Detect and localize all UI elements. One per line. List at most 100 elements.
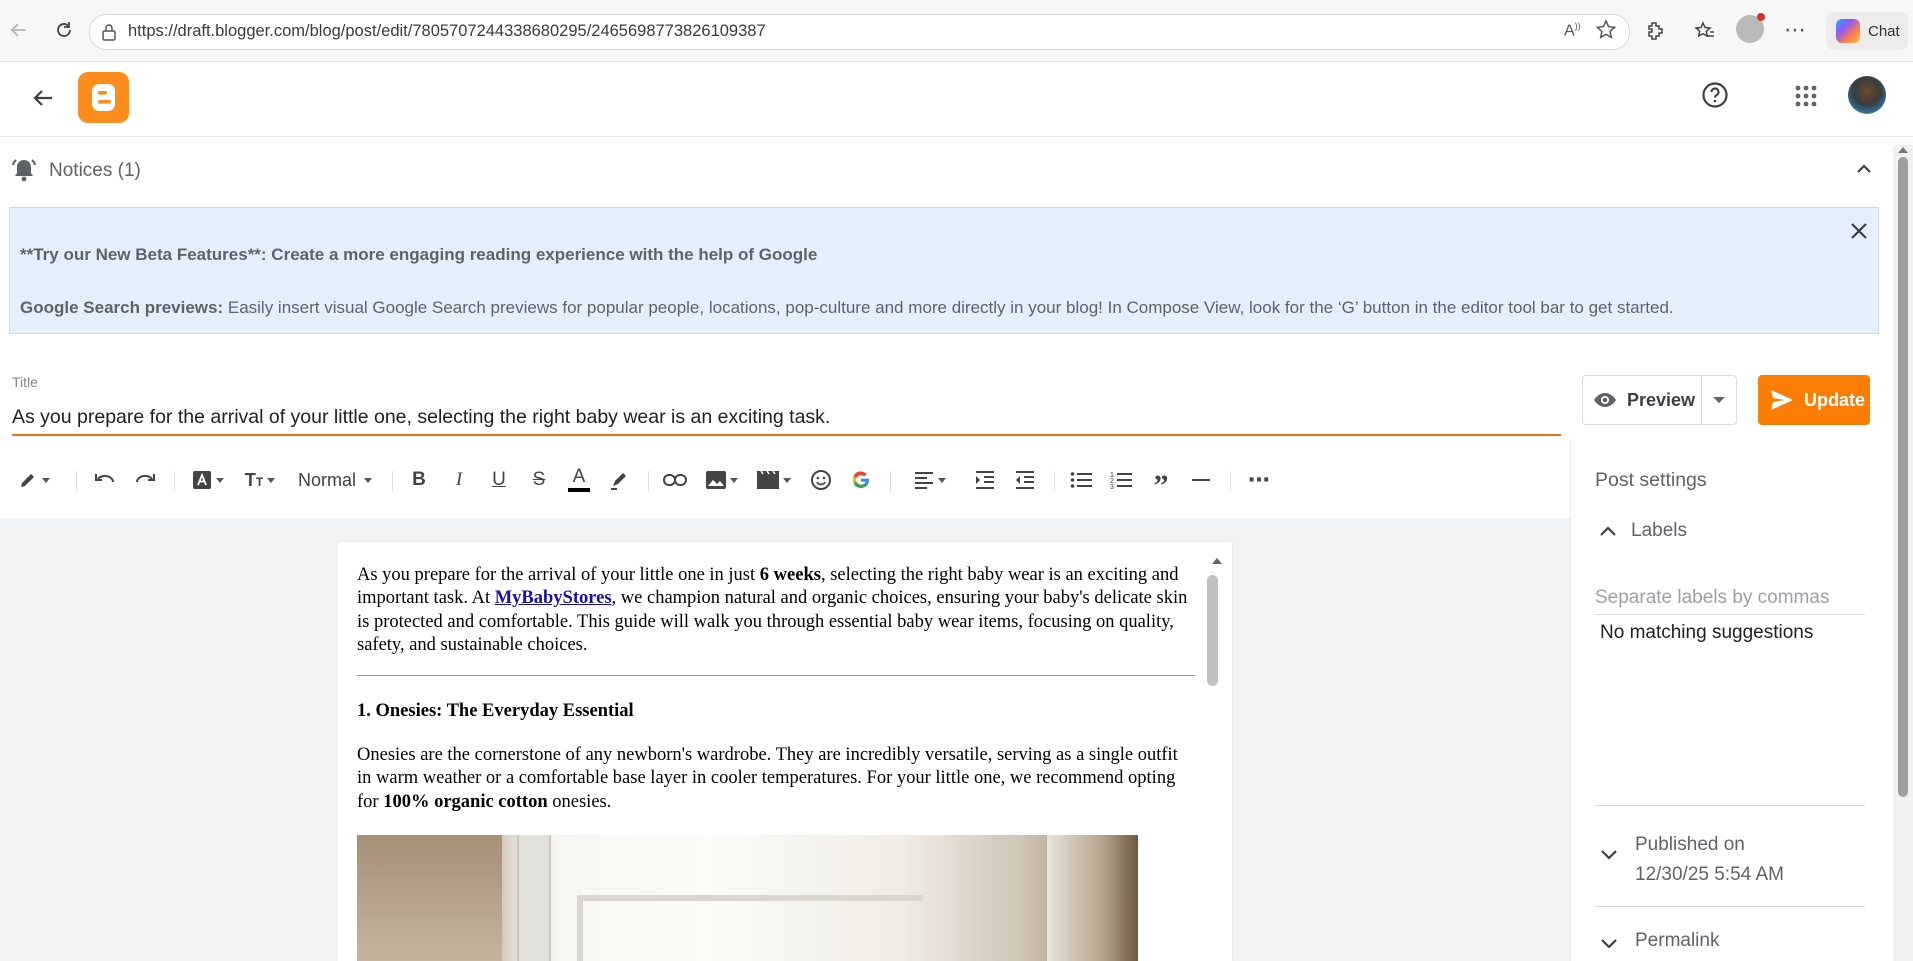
close-icon[interactable]: [1848, 220, 1870, 247]
onesies-text-b: onesies.: [547, 791, 612, 812]
toolbar-divider: [76, 471, 77, 491]
published-date: 12/30/25 5:54 AM: [1635, 864, 1784, 885]
more-tools-icon[interactable]: ⋯: [1244, 455, 1274, 505]
indent-decrease-icon[interactable]: [1010, 455, 1040, 505]
svg-text:3: 3: [1110, 484, 1114, 490]
pencil-icon: [21, 474, 34, 487]
notice-body-text: Easily insert visual Google Search previ…: [223, 298, 1674, 317]
strikethrough-icon[interactable]: S: [524, 455, 554, 505]
google-search-preview-icon[interactable]: [846, 455, 876, 505]
post-body-content[interactable]: As you prepare for the arrival of your l…: [357, 564, 1195, 961]
notices-title[interactable]: Notices (1): [49, 160, 141, 182]
text-color-icon[interactable]: A: [564, 455, 594, 505]
chevron-down-icon[interactable]: [1600, 848, 1618, 866]
toolbar-divider: [392, 471, 393, 491]
align-button[interactable]: [908, 455, 952, 505]
copilot-chat-button[interactable]: Chat: [1826, 12, 1908, 50]
permalink-section-toggle[interactable]: Permalink: [1635, 930, 1719, 952]
emoji-icon[interactable]: [806, 455, 836, 505]
send-icon: [1771, 390, 1793, 410]
favorites-icon[interactable]: [1688, 14, 1722, 48]
chat-label: Chat: [1868, 22, 1900, 40]
preview-button[interactable]: Preview: [1583, 376, 1702, 424]
post-body-editor[interactable]: As you prepare for the arrival of your l…: [338, 542, 1232, 961]
indent-increase-icon[interactable]: [970, 455, 1000, 505]
published-section-toggle[interactable]: Published on 12/30/25 5:54 AM: [1635, 830, 1784, 890]
numbered-list-icon[interactable]: 123: [1106, 455, 1136, 505]
highlight-icon[interactable]: [604, 455, 634, 505]
bell-icon: [10, 156, 38, 189]
more-options-icon[interactable]: ⋯: [1778, 13, 1812, 47]
editor-scrollbar-thumb[interactable]: [1207, 575, 1218, 686]
mybabystores-link[interactable]: MyBabyStores: [495, 588, 612, 608]
paragraph-style-dropdown[interactable]: Normal: [292, 455, 378, 505]
intro-text-a: As you prepare for the arrival of your l…: [357, 565, 760, 585]
paragraph-style-value: Normal: [297, 469, 356, 490]
favorite-star-icon[interactable]: [1594, 18, 1618, 47]
page-scrollbar[interactable]: [1893, 145, 1913, 961]
apps-grid-icon[interactable]: [1794, 84, 1818, 113]
preview-button-group: Preview: [1582, 375, 1737, 425]
image-wall-section: [357, 835, 502, 961]
post-image[interactable]: [357, 835, 1138, 961]
image-window-frame: [517, 835, 551, 961]
font-family-button[interactable]: [188, 455, 228, 505]
horizontal-rule-icon[interactable]: [1186, 455, 1216, 505]
app-header: [0, 62, 1913, 137]
underline-icon[interactable]: U: [484, 455, 514, 505]
extensions-icon[interactable]: [1638, 14, 1672, 48]
bold-icon[interactable]: B: [404, 455, 434, 505]
section-heading: 1. Onesies: The Everyday Essential: [357, 700, 634, 721]
insert-video-button[interactable]: [754, 455, 794, 505]
labels-section-toggle[interactable]: Labels: [1599, 520, 1687, 542]
intro-paragraph: As you prepare for the arrival of your l…: [357, 564, 1195, 658]
page-scrollbar-thumb[interactable]: [1898, 157, 1908, 797]
title-label: Title: [12, 374, 38, 390]
post-title-input[interactable]: [12, 400, 1561, 436]
permalink-divider: [1595, 906, 1865, 907]
labels-input[interactable]: [1595, 582, 1865, 615]
url-text[interactable]: https://draft.blogger.com/blog/post/edit…: [128, 22, 766, 41]
published-divider: [1595, 805, 1865, 806]
back-arrow-icon[interactable]: [28, 83, 58, 118]
toolbar-divider: [890, 471, 891, 491]
blogger-logo[interactable]: [78, 72, 129, 123]
collapse-chevron-icon[interactable]: [1853, 158, 1875, 185]
address-bar[interactable]: https://draft.blogger.com/blog/post/edit…: [89, 14, 1630, 50]
link-icon[interactable]: [660, 455, 690, 505]
beta-notice-banner: **Try our New Beta Features**: Create a …: [9, 207, 1879, 334]
italic-icon[interactable]: I: [444, 455, 474, 505]
site-info-icon[interactable]: [101, 23, 117, 46]
onesies-bold: 100% organic cotton: [383, 791, 548, 812]
preview-dropdown-button[interactable]: [1702, 376, 1736, 424]
chevron-down-icon[interactable]: [1600, 937, 1618, 955]
reload-icon[interactable]: [47, 13, 81, 47]
font-size-button[interactable]: TT: [240, 455, 280, 505]
update-label: Update: [1804, 389, 1866, 410]
published-title: Published on: [1635, 834, 1745, 855]
notification-dot: [1757, 13, 1765, 21]
content-divider: [357, 674, 1195, 676]
image-icon: [706, 471, 726, 489]
image-curtain: [1047, 835, 1138, 961]
redo-icon[interactable]: [130, 455, 160, 505]
help-circle-icon[interactable]: [1700, 80, 1730, 115]
compose-mode-button[interactable]: [14, 455, 54, 505]
read-aloud-icon[interactable]: A)): [1564, 21, 1581, 40]
preview-label: Preview: [1627, 389, 1696, 410]
insert-image-button[interactable]: [702, 455, 742, 505]
undo-icon[interactable]: [90, 455, 120, 505]
onesies-paragraph: Onesies are the cornerstone of any newbo…: [357, 744, 1195, 814]
user-avatar[interactable]: [1848, 76, 1886, 114]
toolbar-divider: [648, 471, 649, 491]
browser-back-icon[interactable]: [2, 13, 36, 47]
blockquote-icon[interactable]: ”: [1146, 455, 1176, 505]
image-window-pane: [577, 895, 923, 961]
page-scroll-up-icon[interactable]: [1898, 147, 1908, 153]
toolbar-divider: [1230, 471, 1231, 491]
profile-avatar-icon[interactable]: [1736, 13, 1765, 43]
eye-icon: [1594, 393, 1616, 407]
bulleted-list-icon[interactable]: [1066, 455, 1096, 505]
update-button[interactable]: Update: [1758, 375, 1870, 425]
scroll-up-icon[interactable]: [1212, 558, 1222, 564]
